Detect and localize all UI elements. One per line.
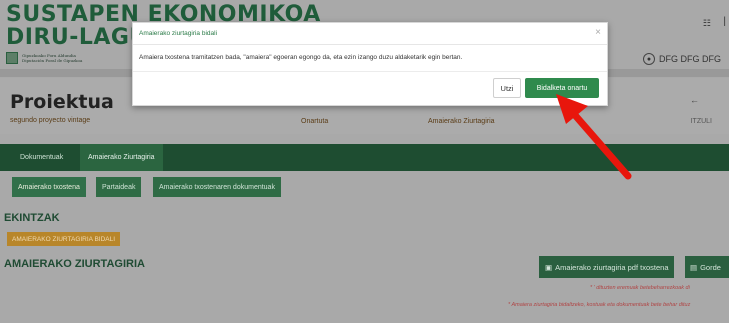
annotation-arrow-shaft xyxy=(570,110,632,180)
annotation-arrow-icon xyxy=(556,94,632,180)
